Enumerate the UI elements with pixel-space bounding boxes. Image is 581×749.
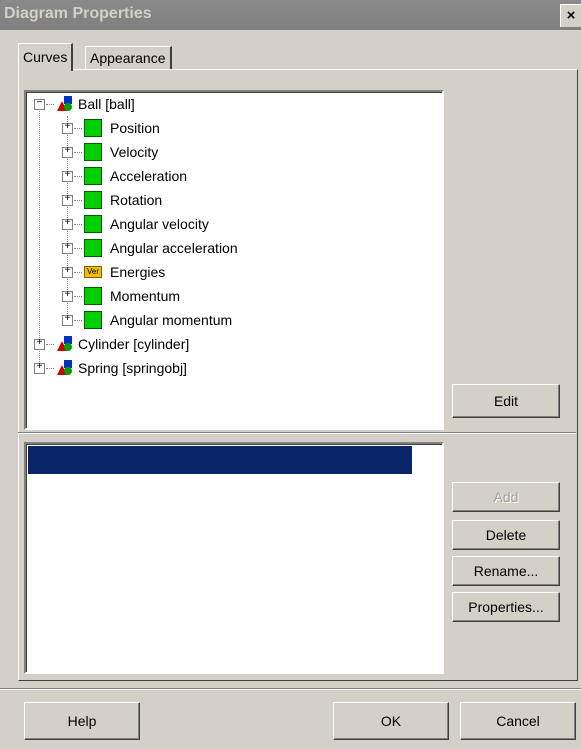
- curve-icon: [84, 191, 102, 209]
- selected-list-item[interactable]: [28, 446, 412, 474]
- curve-icon: [84, 287, 102, 305]
- rename-button[interactable]: Rename...: [452, 556, 560, 586]
- expand-icon[interactable]: +: [62, 243, 73, 254]
- close-icon[interactable]: ×: [560, 4, 581, 27]
- expand-icon[interactable]: +: [62, 147, 73, 158]
- tree-item-label: Angular momentum: [110, 312, 233, 328]
- tab-curves[interactable]: Curves: [18, 43, 74, 71]
- tree-item-label: Momentum: [110, 288, 181, 304]
- curve-icon: [84, 119, 102, 137]
- tree-item-label: Velocity: [110, 144, 159, 160]
- tree-item-label: Energies: [110, 264, 166, 280]
- expand-icon[interactable]: +: [62, 195, 73, 206]
- expand-icon[interactable]: +: [62, 123, 73, 134]
- title-bar: Diagram Properties ×: [0, 0, 581, 30]
- expand-icon[interactable]: +: [62, 171, 73, 182]
- expand-icon[interactable]: +: [34, 339, 45, 350]
- object-icon: [57, 96, 72, 111]
- add-button[interactable]: Add: [452, 482, 560, 512]
- expand-icon[interactable]: +: [62, 219, 73, 230]
- tree-item-label: Angular acceleration: [110, 240, 238, 256]
- ok-button[interactable]: OK: [333, 702, 449, 740]
- tab-appearance[interactable]: Appearance: [85, 46, 172, 70]
- curve-icon: [84, 311, 102, 329]
- tree-item-label: Angular velocity: [110, 216, 209, 232]
- selected-curves-list[interactable]: [24, 442, 444, 674]
- curve-icon: [84, 239, 102, 257]
- expand-icon[interactable]: +: [62, 267, 73, 278]
- tree-item-label: Ball [ball]: [78, 96, 135, 112]
- footer-divider: [0, 688, 581, 690]
- divider: [18, 432, 576, 434]
- curve-icon: [84, 215, 102, 233]
- expand-icon[interactable]: +: [62, 315, 73, 326]
- energy-meter-icon: Ver: [84, 266, 102, 278]
- tree-item-label: Spring [springobj]: [78, 360, 187, 376]
- object-icon: [57, 336, 72, 351]
- delete-button[interactable]: Delete: [452, 520, 560, 550]
- tree-item-label: Acceleration: [110, 168, 188, 184]
- cancel-button[interactable]: Cancel: [460, 702, 576, 740]
- properties-button[interactable]: Properties...: [452, 592, 560, 622]
- expand-icon[interactable]: +: [34, 363, 45, 374]
- curve-icon: [84, 167, 102, 185]
- collapse-icon[interactable]: −: [34, 99, 45, 110]
- curve-tree[interactable]: − Ball [ball] + Position + Velocity + Ac…: [24, 90, 444, 430]
- object-icon: [57, 360, 72, 375]
- tree-item-label: Rotation: [110, 192, 163, 208]
- window-title: Diagram Properties: [4, 5, 152, 22]
- tree-item-label: Position: [110, 120, 160, 136]
- curve-icon: [84, 143, 102, 161]
- help-button[interactable]: Help: [24, 702, 140, 740]
- tree-item-label: Cylinder [cylinder]: [78, 336, 190, 352]
- expand-icon[interactable]: +: [62, 291, 73, 302]
- edit-button[interactable]: Edit: [452, 384, 560, 418]
